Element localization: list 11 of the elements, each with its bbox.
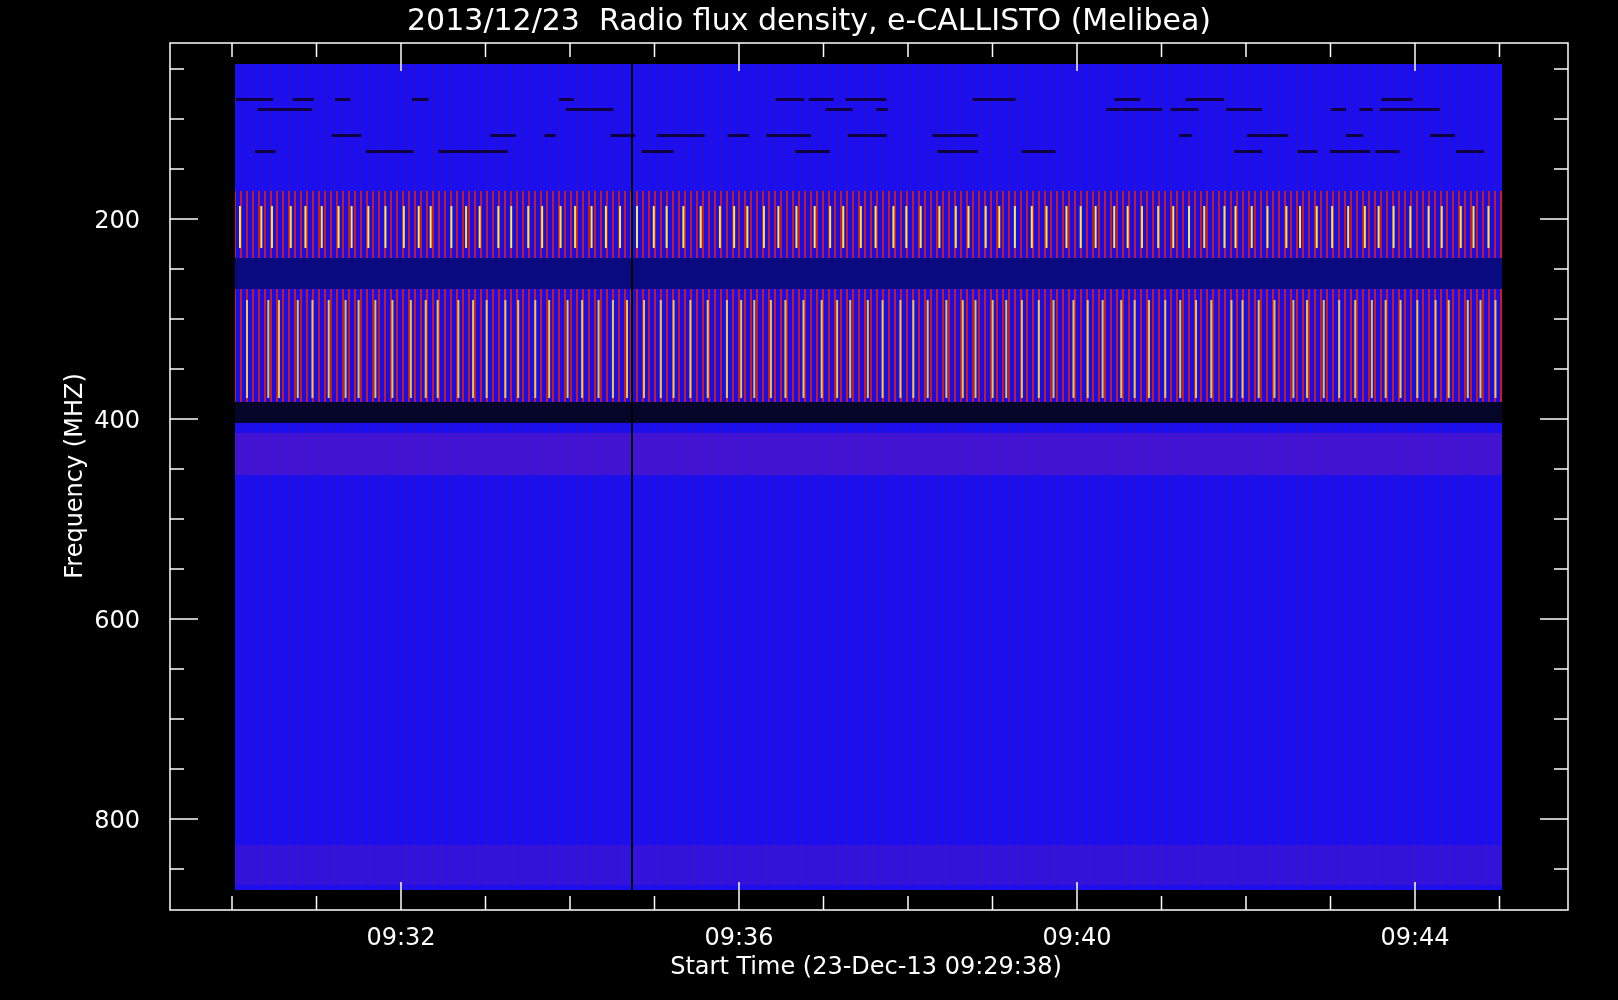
chart-title: 2013/12/23 Radio flux density, e-CALLISTO (Melibea) [407,2,1211,37]
tick-label: 09:40 [1042,923,1112,951]
tick-label: 400 [94,406,140,434]
tick-label: 09:36 [704,923,774,951]
tick-label: 09:44 [1380,923,1450,951]
axis-title: Start Time (23-Dec-13 09:29:38) [670,952,1062,980]
tick-label: 600 [94,606,140,634]
axis-title: Frequency (MHZ) [60,373,88,579]
tick-label: 200 [94,206,140,234]
tick-label: 09:32 [366,923,436,951]
tick-label: 800 [94,806,140,834]
